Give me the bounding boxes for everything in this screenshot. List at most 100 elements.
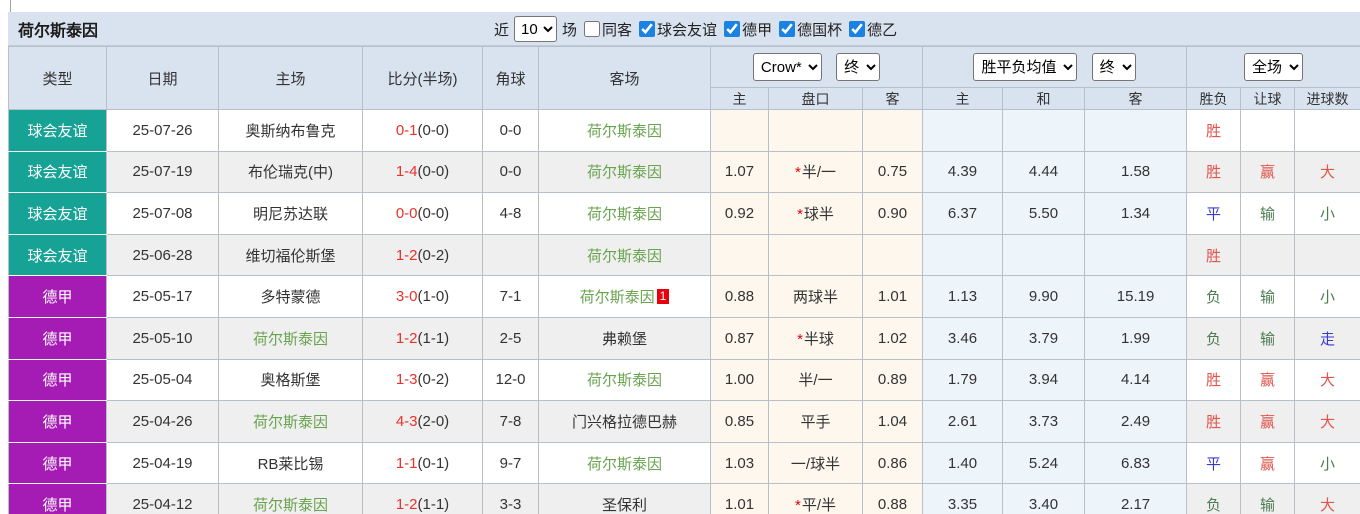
avg-odds-away: 1.34 xyxy=(1085,193,1187,235)
home-team: 奥格斯堡 xyxy=(260,372,320,389)
scope-select[interactable]: 全场 xyxy=(1244,53,1303,81)
subcol-avg-home: 主 xyxy=(923,88,1003,110)
result-goals: 小 xyxy=(1295,193,1360,235)
league-badge: 球会友谊 xyxy=(9,110,107,152)
handicap-odds-home: 0.87 xyxy=(711,317,769,359)
odds-provider-select[interactable]: Crow* xyxy=(753,53,822,81)
avg-type-select[interactable]: 胜平负均值 xyxy=(973,53,1077,81)
live-odds-star: * xyxy=(795,497,801,514)
avg-odds-draw: 3.40 xyxy=(1003,484,1085,514)
away-team: 荷尔斯泰因 xyxy=(587,248,662,265)
subcol-handicap: 盘口 xyxy=(769,88,863,110)
league-badge: 德甲 xyxy=(9,317,107,359)
handicap-line xyxy=(769,110,863,152)
competition-checkbox-friendly[interactable] xyxy=(639,21,655,37)
handicap-odds-away: 0.89 xyxy=(863,359,923,401)
handicap-odds-away xyxy=(863,110,923,152)
away-team: 荷尔斯泰因 xyxy=(587,372,662,389)
away-team-cell: 荷尔斯泰因 xyxy=(539,442,711,484)
competition-checkbox-pokal[interactable] xyxy=(779,21,795,37)
subcol-odds-home: 主 xyxy=(711,88,769,110)
handicap-line: 两球半 xyxy=(769,276,863,318)
result-wdl: 负 xyxy=(1187,276,1241,318)
competition-filter-bundesliga2: 德乙 xyxy=(849,19,897,40)
odds-time-select[interactable]: 终 xyxy=(836,53,880,81)
home-team-cell: 奥格斯堡 xyxy=(219,359,363,401)
corner-cell: 0-0 xyxy=(483,151,539,193)
handicap-line: 半/一 xyxy=(769,359,863,401)
subcol-result-wdl: 胜负 xyxy=(1187,88,1241,110)
handicap-line: *球半 xyxy=(769,193,863,235)
avg-odds-away: 1.58 xyxy=(1085,151,1187,193)
competition-label: 德国杯 xyxy=(797,19,842,40)
top-border-tick xyxy=(10,0,11,12)
home-team: 布伦瑞克(中) xyxy=(248,164,333,181)
avg-odds-home: 1.40 xyxy=(923,442,1003,484)
match-row: 德甲25-05-10荷尔斯泰因1-2(1-1)2-5弗赖堡0.87*半球1.02… xyxy=(9,317,1360,359)
handicap-odds-away: 0.88 xyxy=(863,484,923,514)
league-badge: 德甲 xyxy=(9,359,107,401)
subcol-odds-away: 客 xyxy=(863,88,923,110)
handicap-odds-away: 1.04 xyxy=(863,401,923,443)
score-cell: 3-0(1-0) xyxy=(363,276,483,318)
table-body: 球会友谊25-07-26奥斯纳布鲁克0-1(0-0)0-0荷尔斯泰因胜球会友谊2… xyxy=(9,110,1360,514)
competition-filter-bundesliga: 德甲 xyxy=(724,19,772,40)
corner-cell: 7-8 xyxy=(483,401,539,443)
avg-odds-home: 6.37 xyxy=(923,193,1003,235)
avg-odds-draw: 5.50 xyxy=(1003,193,1085,235)
away-team: 荷尔斯泰因 xyxy=(587,206,662,223)
home-team-cell: RB莱比锡 xyxy=(219,442,363,484)
competition-checkbox-bundesliga[interactable] xyxy=(724,21,740,37)
avg-odds-away: 6.83 xyxy=(1085,442,1187,484)
handicap-odds-away: 0.75 xyxy=(863,151,923,193)
fulltime-score: 3-0 xyxy=(396,288,418,305)
result-wdl: 负 xyxy=(1187,317,1241,359)
result-handicap: 赢 xyxy=(1241,151,1295,193)
halftime-score: (0-0) xyxy=(418,163,450,180)
halftime-score: (1-0) xyxy=(418,288,450,305)
score-cell: 1-2(1-1) xyxy=(363,317,483,359)
corner-cell: 0-0 xyxy=(483,110,539,152)
same-venue-checkbox[interactable] xyxy=(584,21,600,37)
result-wdl: 胜 xyxy=(1187,110,1241,152)
avg-odds-draw: 3.79 xyxy=(1003,317,1085,359)
result-goals: 小 xyxy=(1295,442,1360,484)
fulltime-score: 1-3 xyxy=(396,371,418,388)
avg-odds-home xyxy=(923,234,1003,276)
handicap-odds-away xyxy=(863,234,923,276)
match-date: 25-04-12 xyxy=(107,484,219,514)
competition-label: 德甲 xyxy=(742,19,772,40)
halftime-score: (1-1) xyxy=(418,330,450,347)
avg-time-select[interactable]: 终 xyxy=(1092,53,1136,81)
col-header-date: 日期 xyxy=(107,47,219,110)
away-team-cell: 荷尔斯泰因 xyxy=(539,234,711,276)
avg-odds-draw xyxy=(1003,234,1085,276)
home-team: 维切福伦斯堡 xyxy=(245,248,335,265)
handicap-odds-header: Crow* 终 xyxy=(711,47,923,88)
handicap-line: 一/球半 xyxy=(769,442,863,484)
home-team: 明尼苏达联 xyxy=(253,206,328,223)
subcol-avg-draw: 和 xyxy=(1003,88,1085,110)
score-cell: 4-3(2-0) xyxy=(363,401,483,443)
competition-checkbox-bundesliga2[interactable] xyxy=(849,21,865,37)
col-header-away: 客场 xyxy=(539,47,711,110)
match-date: 25-07-26 xyxy=(107,110,219,152)
away-team-cell: 荷尔斯泰因 xyxy=(539,193,711,235)
result-handicap xyxy=(1241,110,1295,152)
away-team-cell: 门兴格拉德巴赫 xyxy=(539,401,711,443)
avg-odds-home: 4.39 xyxy=(923,151,1003,193)
avg-odds-draw: 5.24 xyxy=(1003,442,1085,484)
home-team: 荷尔斯泰因 xyxy=(253,414,328,431)
recent-count-select[interactable]: 10 xyxy=(514,16,557,42)
col-header-score: 比分(半场) xyxy=(363,47,483,110)
fulltime-score: 0-0 xyxy=(396,205,418,222)
halftime-score: (1-1) xyxy=(418,496,450,513)
avg-odds-home: 2.61 xyxy=(923,401,1003,443)
home-team-cell: 奥斯纳布鲁克 xyxy=(219,110,363,152)
away-team: 门兴格拉德巴赫 xyxy=(572,414,677,431)
col-header-type: 类型 xyxy=(9,47,107,110)
match-date: 25-05-04 xyxy=(107,359,219,401)
result-wdl: 胜 xyxy=(1187,359,1241,401)
live-odds-star: * xyxy=(795,164,801,181)
avg-odds-away: 2.49 xyxy=(1085,401,1187,443)
